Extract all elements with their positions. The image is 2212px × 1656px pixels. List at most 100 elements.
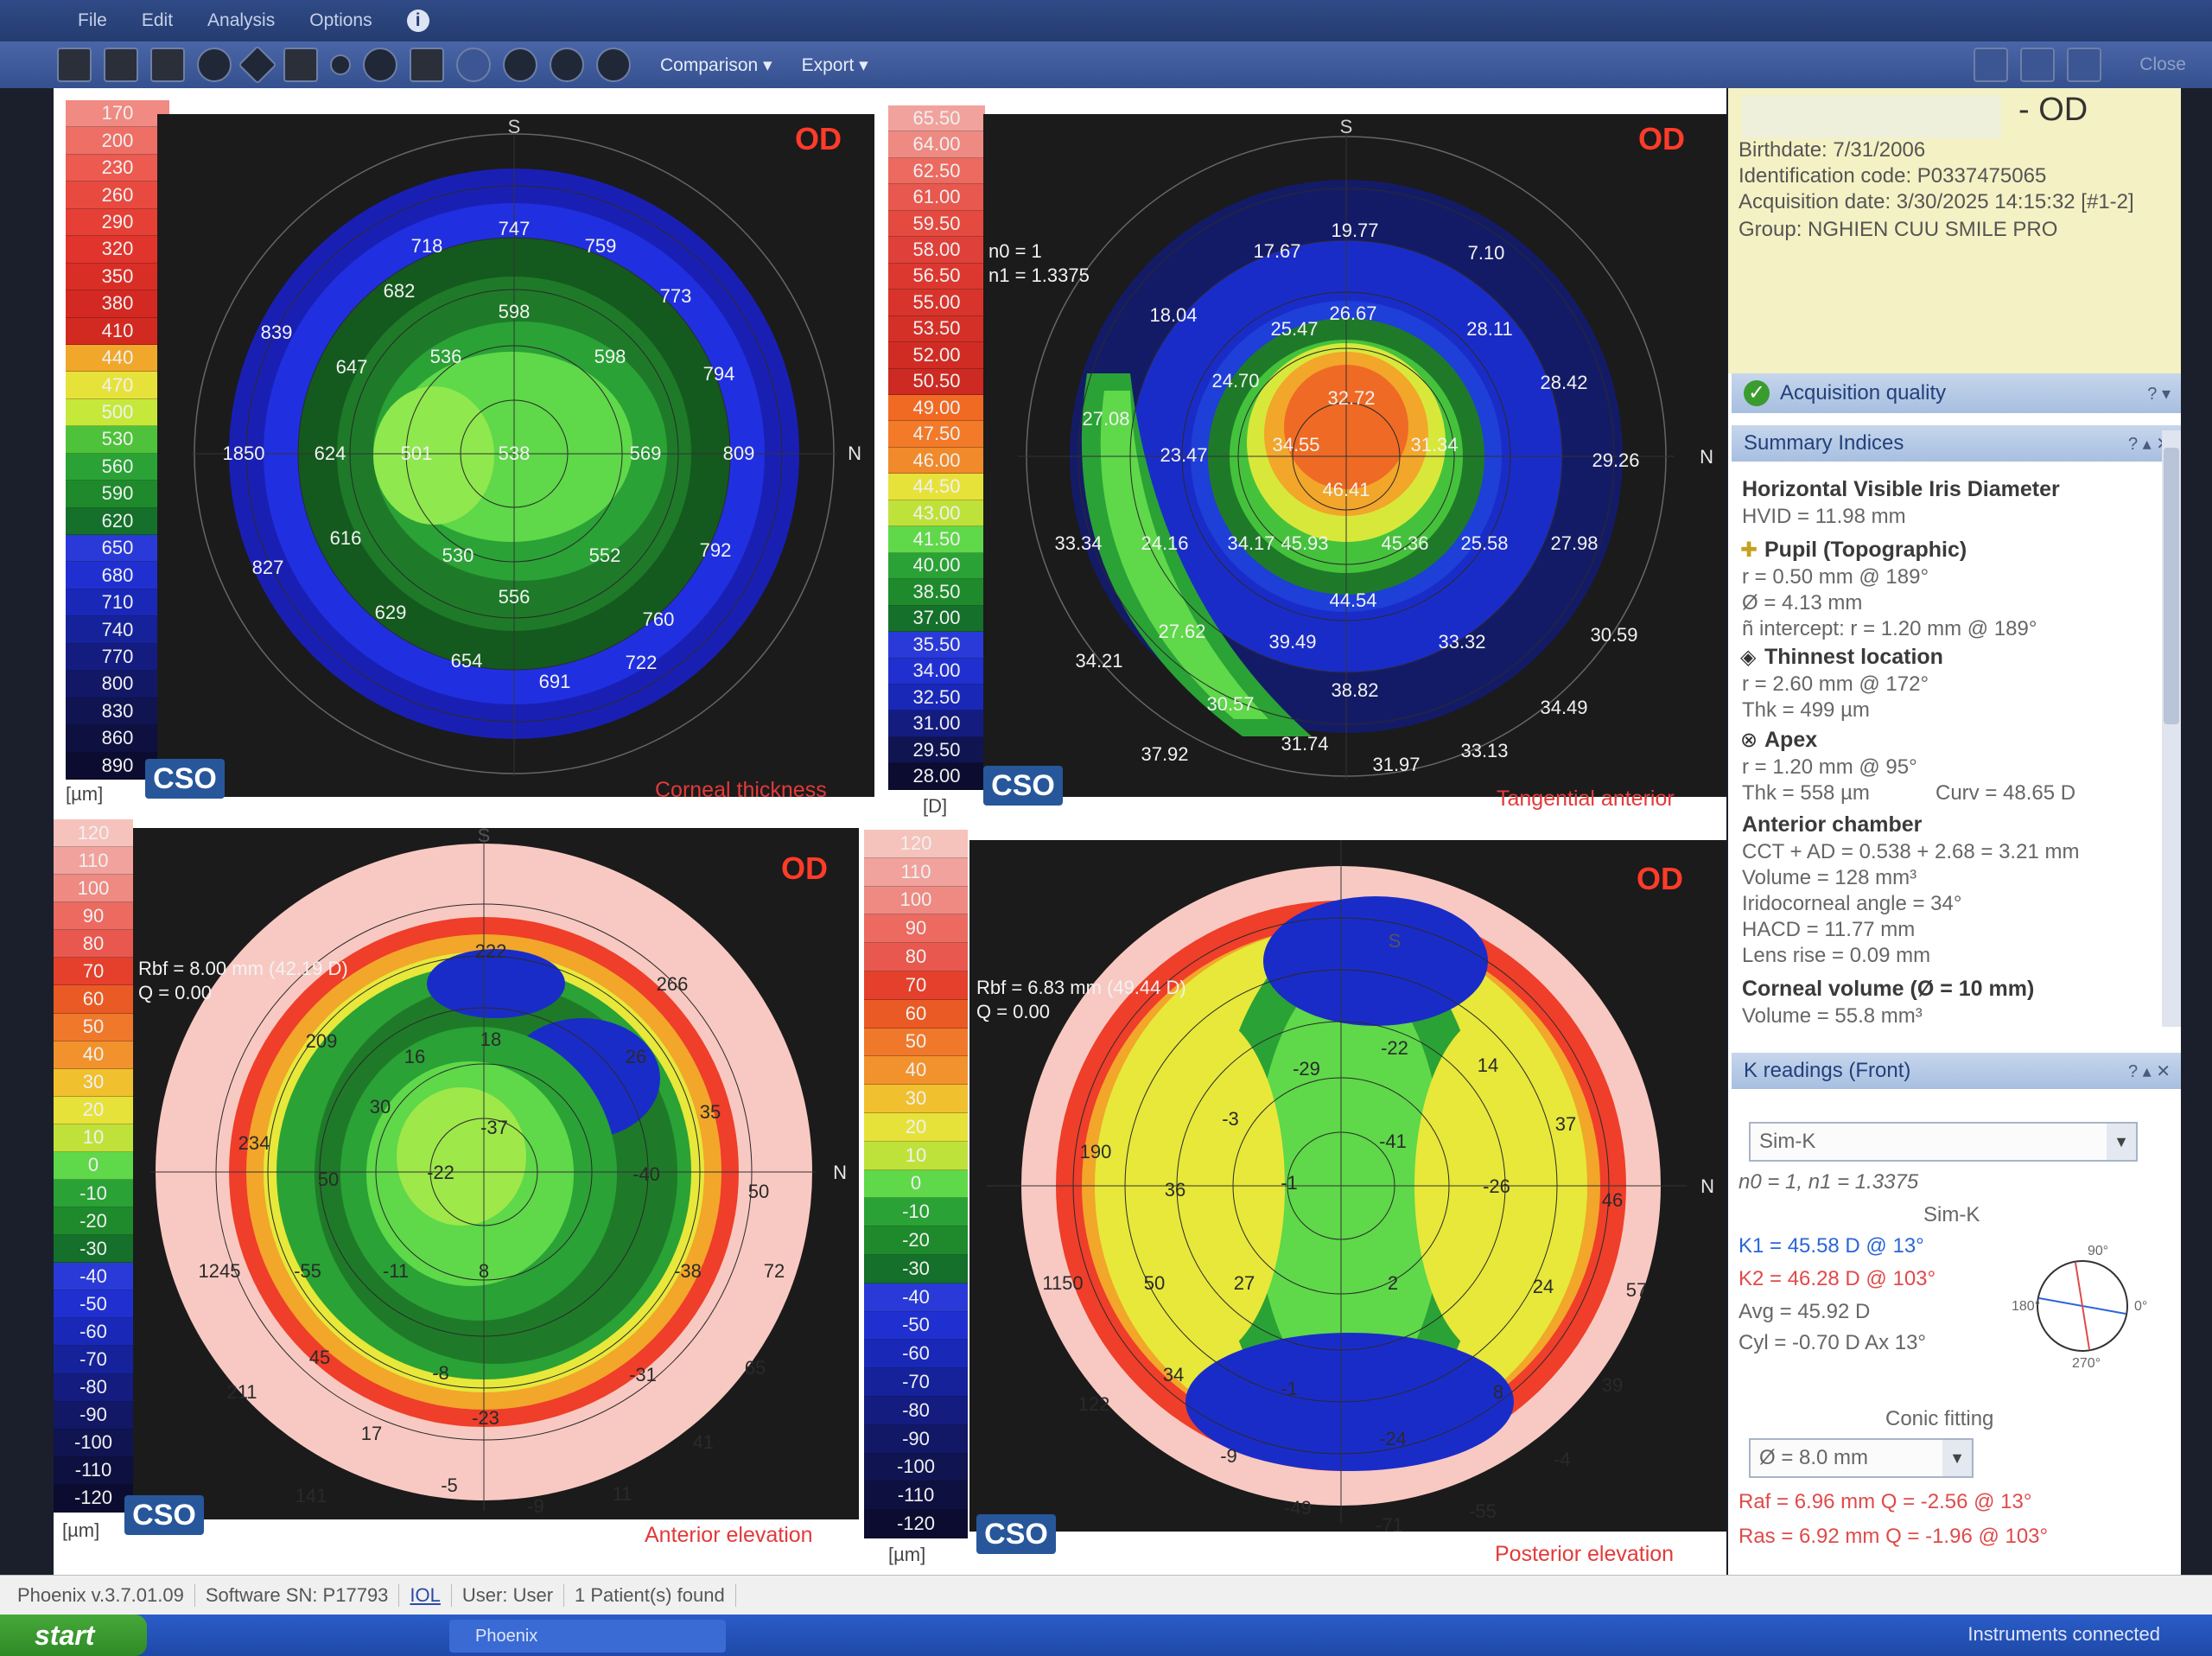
comparison-menu[interactable]: Comparison ▾ bbox=[660, 54, 772, 76]
q-label: Q = 0.00 bbox=[976, 1001, 1050, 1022]
menu-edit[interactable]: Edit bbox=[142, 10, 173, 31]
map-value: 1245 bbox=[199, 1260, 241, 1282]
map-value: 616 bbox=[330, 527, 362, 549]
scale-cell: -100 bbox=[54, 1429, 133, 1457]
posterior-elevation-map[interactable]: S N Rbf = 6.83 mm (49.44 D) Q = 0.00 -29… bbox=[969, 840, 1726, 1532]
eye-icon[interactable] bbox=[363, 48, 397, 82]
menu-file[interactable]: File bbox=[78, 10, 107, 31]
export-menu[interactable]: Export ▾ bbox=[802, 54, 868, 76]
map-value: 654 bbox=[451, 650, 483, 672]
single-map-icon[interactable] bbox=[104, 48, 138, 82]
scale-cell: 34.00 bbox=[888, 658, 985, 685]
panel-controls-icon[interactable]: ? ▴ ✕ bbox=[2128, 1060, 2171, 1082]
od-label: OD bbox=[1638, 121, 1685, 156]
parentheses-icon[interactable] bbox=[456, 48, 491, 82]
grid-icon[interactable] bbox=[283, 48, 318, 82]
app-version: Phoenix v.3.7.01.09 bbox=[0, 1584, 195, 1607]
map-value: 18 bbox=[480, 1029, 501, 1050]
menu-analysis[interactable]: Analysis bbox=[207, 10, 275, 31]
iol-link[interactable]: IOL bbox=[399, 1584, 452, 1607]
diameter-select-value: Ø = 8.0 mm bbox=[1759, 1446, 1869, 1469]
map-value: 211 bbox=[226, 1381, 257, 1403]
menu-options[interactable]: Options bbox=[309, 10, 372, 31]
window-icon[interactable] bbox=[2020, 48, 2056, 82]
thickness-map[interactable]: S N 747 718 759 682 598 773 839 647 536 … bbox=[157, 114, 874, 797]
k-readings-bar[interactable]: K readings (Front) ? ▴ ✕ bbox=[1732, 1053, 2181, 1089]
map-value: 24.70 bbox=[1211, 370, 1259, 392]
diameter-select[interactable]: Ø = 8.0 mm ▼ bbox=[1749, 1438, 1974, 1478]
scale-cell: -10 bbox=[54, 1180, 133, 1208]
glasses-icon[interactable] bbox=[596, 48, 631, 82]
simk-select[interactable]: Sim-K ▼ bbox=[1749, 1122, 2138, 1162]
scale-cell: 530 bbox=[66, 426, 169, 454]
map-value: 36 bbox=[1165, 1179, 1185, 1201]
lens-icon[interactable] bbox=[330, 54, 351, 75]
help-dropdown-icon[interactable]: ? ▾ bbox=[2147, 383, 2171, 404]
scale-cell: -30 bbox=[54, 1235, 133, 1264]
simk-select-value: Sim-K bbox=[1759, 1130, 1816, 1153]
posterior-scale: 120 110 100 90 80 70 60 50 40 30 20 10 0 -10 -20 -30 -40… bbox=[864, 830, 968, 1538]
n-factor: n0 = 1, n1 = 1.3375 bbox=[1738, 1170, 1919, 1194]
tools-icon[interactable] bbox=[1974, 48, 2009, 82]
map-value: -3 bbox=[1222, 1108, 1239, 1130]
scale-cell: -90 bbox=[54, 1401, 133, 1430]
map-value: -31 bbox=[629, 1364, 657, 1385]
map-value: 16 bbox=[404, 1046, 425, 1067]
dark-circle-icon[interactable] bbox=[550, 48, 584, 82]
scale-cell: 740 bbox=[66, 616, 169, 644]
exit-icon[interactable] bbox=[2067, 48, 2102, 82]
summary-indices-bar[interactable]: Summary Indices ? ▴ ✕ bbox=[1732, 425, 2181, 462]
map-value: 2 bbox=[1388, 1272, 1398, 1294]
aberration-icon[interactable] bbox=[503, 48, 537, 82]
tangential-map[interactable]: S N n0 = 1 n1 = 1.3375 17.67 19.77 7.10 … bbox=[983, 114, 1726, 797]
scrollbar-thumb[interactable] bbox=[2164, 448, 2179, 724]
map-value: 792 bbox=[700, 539, 732, 561]
rbf-label: Rbf = 8.00 mm (42.19 D) bbox=[138, 958, 348, 979]
scale-cell: 120 bbox=[864, 830, 968, 858]
layout-icon[interactable] bbox=[57, 48, 92, 82]
anterior-scale: 120 110 100 90 80 70 60 50 40 30 20 10 0 -10 -20 -30 -40… bbox=[54, 819, 133, 1513]
scale-cell: 70 bbox=[864, 971, 968, 1000]
start-button[interactable]: start bbox=[0, 1615, 147, 1656]
scale-cell: -100 bbox=[864, 1453, 968, 1482]
map-value: -37 bbox=[480, 1117, 508, 1138]
chevron-down-icon[interactable]: ▼ bbox=[1942, 1440, 1972, 1476]
scale-cell: 170 bbox=[66, 100, 169, 128]
map-value: 18.04 bbox=[1149, 304, 1197, 326]
map-value: 19.77 bbox=[1331, 220, 1378, 241]
map-value: -38 bbox=[674, 1260, 702, 1282]
scale-cell: 40 bbox=[864, 1056, 968, 1086]
anterior-elevation-map[interactable]: S N Rbf = 8.00 mm (42.19 D) Q = 0.00 222… bbox=[133, 828, 859, 1519]
close-button[interactable]: Close bbox=[2139, 54, 2186, 75]
map-value: 794 bbox=[703, 363, 735, 385]
map-value: 50 bbox=[318, 1169, 339, 1190]
scale-cell: 590 bbox=[66, 481, 169, 508]
cso-logo-icon: CSO bbox=[145, 759, 225, 799]
scale-cell: 50.50 bbox=[888, 368, 985, 395]
taskbar-item-phoenix[interactable]: Phoenix bbox=[449, 1620, 726, 1653]
scale-cell: -50 bbox=[54, 1290, 133, 1319]
anterior-title: Anterior elevation bbox=[645, 1523, 813, 1547]
scale-cell: 800 bbox=[66, 671, 169, 698]
n1-label: n1 = 1.3375 bbox=[988, 264, 1090, 286]
acquisition-quality-bar[interactable]: ✓ Acquisition quality ? ▾ bbox=[1732, 373, 2181, 413]
scale-cell: 56.50 bbox=[888, 263, 985, 290]
map-value: 65 bbox=[745, 1357, 766, 1379]
map-value: 37 bbox=[1555, 1113, 1576, 1135]
map-value: -4 bbox=[1554, 1449, 1571, 1470]
map-value: 827 bbox=[252, 557, 284, 578]
map-value: 722 bbox=[626, 652, 658, 673]
summary-scrollbar[interactable] bbox=[2162, 430, 2181, 1027]
map-value: 27 bbox=[1234, 1272, 1255, 1294]
scale-cell: 470 bbox=[66, 372, 169, 399]
diamond-icon[interactable] bbox=[238, 45, 277, 85]
help-icon[interactable]: i bbox=[406, 10, 429, 32]
circle-map-icon[interactable] bbox=[197, 48, 232, 82]
scale-cell: -90 bbox=[864, 1424, 968, 1454]
quad-map-icon[interactable] bbox=[150, 48, 185, 82]
map-value: 45.93 bbox=[1281, 532, 1328, 554]
simk-label: Sim-K bbox=[1923, 1203, 1980, 1226]
scale-cell: 0 bbox=[864, 1169, 968, 1199]
chevron-down-icon[interactable]: ▼ bbox=[2107, 1124, 2136, 1160]
overlay-icon[interactable] bbox=[410, 48, 444, 82]
